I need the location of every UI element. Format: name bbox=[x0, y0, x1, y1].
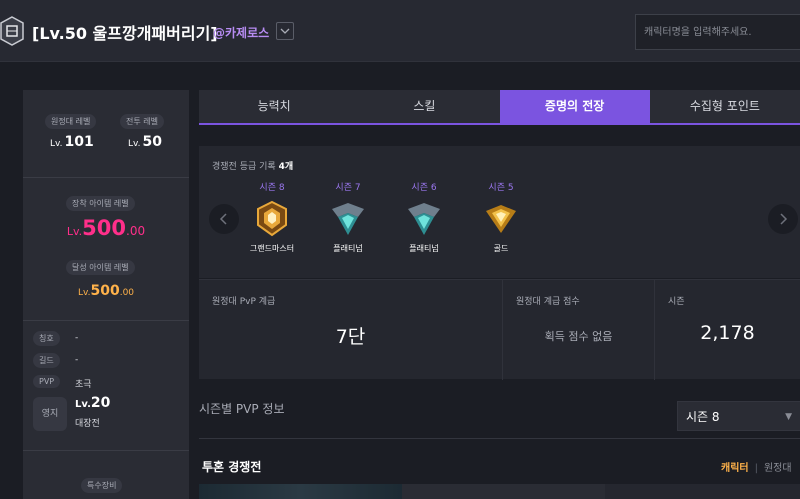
season-rank-item: 시즌 6 플래티넘 bbox=[389, 180, 459, 254]
prev-arrow-button[interactable] bbox=[209, 204, 239, 234]
combat-level-value: Lv. 50 bbox=[128, 134, 162, 150]
combat-level-label: 전투 레벨 bbox=[120, 114, 164, 129]
season-rank-item: 시즌 8 그랜드마스터 bbox=[237, 180, 307, 254]
special-equipment-label: 특수장비 bbox=[81, 478, 123, 493]
tab-collectibles[interactable]: 수집형 포인트 bbox=[650, 90, 800, 123]
chevron-right-icon bbox=[780, 213, 788, 225]
season-select-dropdown[interactable]: 시즌 8 ▼ bbox=[677, 401, 800, 431]
pvp-label: PVP bbox=[33, 375, 61, 388]
equip-item-level-label: 장착 아이템 레벨 bbox=[66, 196, 135, 211]
tab-proving-grounds[interactable]: 증명의 전장 bbox=[499, 90, 650, 123]
duo-competition-title: 투혼 경쟁전 bbox=[202, 460, 262, 474]
chevron-left-icon bbox=[219, 213, 227, 225]
estate-name: 대장전 bbox=[75, 419, 100, 429]
season-label: 시즌 8 bbox=[259, 183, 285, 193]
character-info-section: 칭호 - 길드 - PVP 초극 영지 Lv.20 대장전 bbox=[23, 321, 189, 451]
divider bbox=[199, 438, 800, 439]
estate-level: Lv.20 bbox=[75, 395, 111, 411]
season-label: 시즌 5 bbox=[488, 183, 514, 193]
next-arrow-button[interactable] bbox=[768, 204, 798, 234]
guild-value: - bbox=[75, 355, 79, 365]
pvp-grade-value: 7단 bbox=[335, 326, 366, 348]
grade-score-cell: 원정대 계급 점수 획득 점수 없음 bbox=[503, 280, 655, 380]
character-title: [Lv.50 울프깡개패버리기] bbox=[32, 24, 218, 43]
season-pvp-heading: 시즌별 PVP 정보 bbox=[199, 402, 285, 416]
season-value: 2,178 bbox=[700, 322, 755, 344]
platinum-emblem-icon bbox=[408, 203, 440, 235]
season-rank-item: 시즌 5 골드 bbox=[466, 180, 536, 254]
season-tier: 골드 bbox=[493, 244, 509, 253]
platinum-emblem-icon bbox=[332, 203, 364, 235]
rank-history-panel: 경쟁전 등급 기록 4개 시즌 8 그랜드마스터 시즌 7 플래티넘 시즌 6 bbox=[199, 146, 800, 278]
sub-tab-character[interactable]: 캐릭터 bbox=[721, 463, 749, 474]
grandmaster-emblem-icon bbox=[257, 200, 287, 237]
server-name: @카제로스 bbox=[213, 26, 270, 40]
duo-sub-tabs: 캐릭터 | 원정대 bbox=[721, 459, 792, 474]
season-label: 시즌 6 bbox=[411, 183, 437, 193]
achieved-item-level-label: 달성 아이템 레벨 bbox=[66, 260, 135, 275]
tab-skills[interactable]: 스킬 bbox=[349, 90, 499, 123]
rank-history-title: 경쟁전 등급 기록 4개 bbox=[212, 162, 294, 172]
duo-card-image bbox=[402, 484, 605, 499]
title-value: - bbox=[75, 333, 79, 343]
top-bar: [Lv.50 울프깡개패버리기] @카제로스 bbox=[0, 0, 800, 62]
profile-sidebar: 원정대 레벨 Lv. 101 전투 레벨 Lv. 50 장착 아이템 레벨 Lv.5… bbox=[23, 90, 189, 499]
expedition-level-label: 원정대 레벨 bbox=[45, 114, 97, 129]
item-level-section: 장착 아이템 레벨 Lv.500.00 달성 아이템 레벨 Lv.500.00 bbox=[23, 178, 189, 321]
class-emblem-icon bbox=[0, 16, 24, 46]
pvp-value: 초극 bbox=[75, 380, 92, 390]
level-section: 원정대 레벨 Lv. 101 전투 레벨 Lv. 50 bbox=[23, 90, 189, 178]
expedition-level-value: Lv. 101 bbox=[50, 134, 94, 150]
sub-tab-expedition[interactable]: 원정대 bbox=[764, 463, 792, 474]
estate-label: 영지 bbox=[33, 397, 67, 431]
season-select-value: 시즌 8 bbox=[686, 410, 720, 424]
character-search-input[interactable] bbox=[635, 14, 800, 50]
grade-score-value: 획득 점수 없음 bbox=[544, 330, 613, 343]
season-tier: 플래티넘 bbox=[409, 244, 439, 253]
sub-tab-separator: | bbox=[754, 463, 758, 474]
gold-emblem-icon bbox=[486, 205, 516, 233]
season-label: 시즌 7 bbox=[335, 183, 361, 193]
profile-tabs: 능력치 스킬 증명의 전장 수집형 포인트 bbox=[199, 90, 800, 125]
pvp-grade-label: 원정대 PvP 계급 bbox=[212, 297, 276, 307]
server-dropdown-button[interactable] bbox=[276, 22, 294, 40]
guild-label: 길드 bbox=[33, 353, 60, 368]
season-rank-item: 시즌 7 플래티넘 bbox=[313, 180, 383, 254]
season-cell: 시즌 2,178 bbox=[655, 280, 800, 380]
chevron-down-icon: ▼ bbox=[785, 412, 792, 422]
season-tier: 그랜드마스터 bbox=[249, 244, 295, 253]
grade-score-label: 원정대 계급 점수 bbox=[516, 297, 580, 307]
duo-cards-strip bbox=[199, 484, 800, 499]
duo-card-image bbox=[199, 484, 402, 499]
season-label: 시즌 bbox=[668, 297, 685, 307]
achieved-item-level-value: Lv.500.00 bbox=[77, 283, 135, 299]
season-tier: 플래티넘 bbox=[333, 244, 363, 253]
tab-stats[interactable]: 능력치 bbox=[199, 90, 349, 123]
title-label: 칭호 bbox=[33, 331, 60, 346]
pvp-stats-panel: 원정대 PvP 계급 7단 원정대 계급 점수 획득 점수 없음 시즌 2,17… bbox=[199, 279, 800, 380]
pvp-grade-cell: 원정대 PvP 계급 7단 bbox=[199, 280, 503, 380]
equip-item-level-value: Lv.500.00 bbox=[66, 216, 146, 240]
chevron-down-icon bbox=[280, 28, 290, 34]
